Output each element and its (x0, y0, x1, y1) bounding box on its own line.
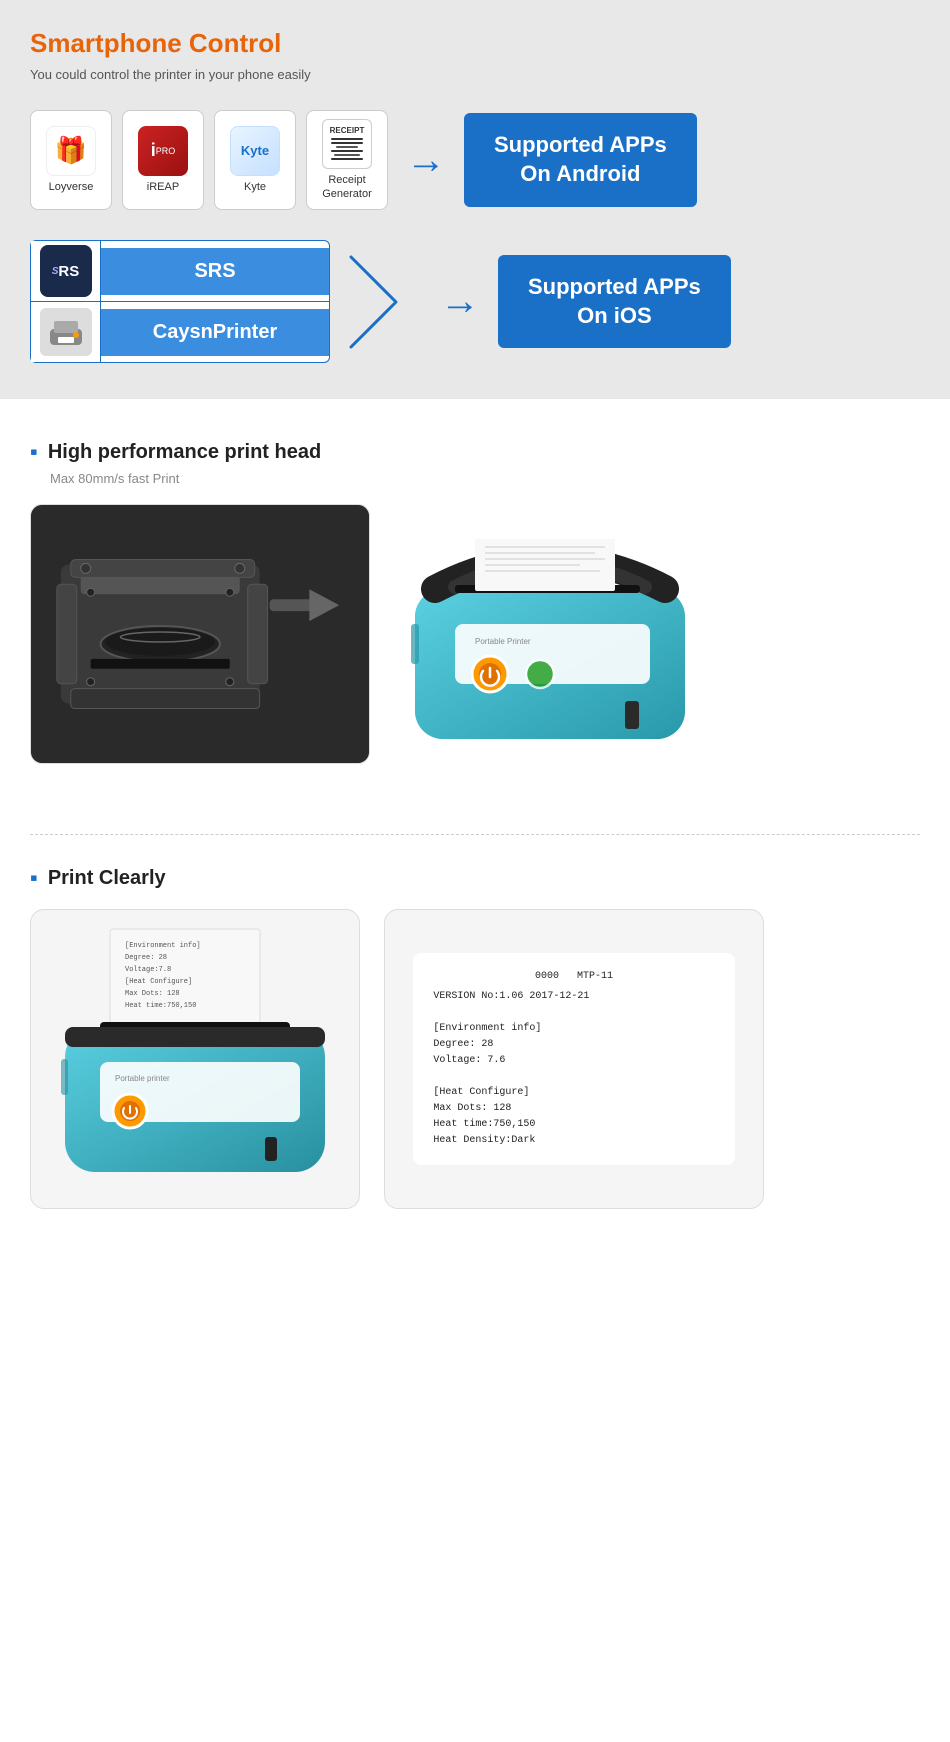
kyte-icon: Kyte (230, 126, 280, 176)
app-label-kyte: Kyte (244, 181, 266, 194)
section-title: Smartphone Control (30, 28, 920, 59)
android-supported-badge: Supported APPs On Android (464, 113, 697, 206)
app-card-receipt: RECEIPT ReceiptGenerator (306, 110, 388, 210)
print-head-images: Portable Printer (30, 504, 920, 764)
receipt-icon: RECEIPT (322, 119, 372, 169)
section-divider (30, 834, 920, 835)
app-label-receipt: ReceiptGenerator (322, 174, 372, 200)
srs-icon: SRS (31, 241, 101, 301)
svg-text:Heat time:750,150: Heat time:750,150 (125, 1002, 196, 1010)
app-card-ireap: iPRO iREAP (122, 110, 204, 210)
smartphone-section: Smartphone Control You could control the… (0, 0, 950, 399)
ios-app-caysnprinter: CaysnPrinter (30, 302, 330, 363)
ios-caysnprinter-label: CaysnPrinter (101, 309, 329, 356)
app-label-loyverse: Loyverse (49, 181, 94, 194)
print-head-closeup (30, 504, 370, 764)
ios-app-row: SRS SRS CaysnPrin (30, 240, 920, 363)
printer-full-view: Portable Printer (390, 504, 710, 764)
ireap-icon: iPRO (138, 126, 188, 176)
ios-chevron-arrow (346, 252, 406, 352)
print-clearly-section: ▪ Print Clearly [Environment info] Degre… (0, 845, 950, 1249)
caysnprinter-icon (31, 302, 101, 362)
ios-supported-badge: Supported APPs On iOS (498, 255, 731, 348)
app-card-loyverse: 🎁 Loyverse (30, 110, 112, 210)
svg-text:Max Dots: 128: Max Dots: 128 (125, 990, 180, 998)
svg-text:Degree: 28: Degree: 28 (125, 954, 167, 962)
svg-text:[Heat Configure]: [Heat Configure] (125, 978, 192, 986)
print-clearly-images: [Environment info] Degree: 28 Voltage:7.… (30, 909, 920, 1209)
print-head-title: ▪ High performance print head (30, 439, 920, 465)
svg-text:Portable Printer: Portable Printer (475, 637, 531, 646)
android-apps-group: 🎁 Loyverse iPRO iREAP Kyte Kyte RECEIPT (30, 110, 388, 210)
app-card-kyte: Kyte Kyte (214, 110, 296, 210)
title-accent: ▪ (30, 439, 38, 465)
ios-arrow: → (440, 279, 480, 324)
app-label-ireap: iREAP (147, 181, 179, 194)
svg-text:[Environment info]: [Environment info] (125, 942, 201, 950)
ios-apps-group: SRS SRS CaysnPrin (30, 240, 330, 363)
print-clearly-printer: [Environment info] Degree: 28 Voltage:7.… (30, 909, 360, 1209)
features-section: ▪ High performance print head Max 80mm/s… (0, 399, 950, 824)
print-head-feature: ▪ High performance print head Max 80mm/s… (30, 439, 920, 764)
print-clearly-receipt: 0000 MTP-11 VERSION No:1.06 2017-12-21 [… (384, 909, 764, 1209)
section-subtitle: You could control the printer in your ph… (30, 67, 920, 82)
svg-text:Voltage:7.8: Voltage:7.8 (125, 966, 171, 974)
print-head-subtitle: Max 80mm/s fast Print (50, 471, 920, 486)
ios-app-srs: SRS SRS (30, 240, 330, 302)
title-accent2: ▪ (30, 865, 38, 891)
print-clearly-title: ▪ Print Clearly (30, 865, 920, 891)
svg-text:Portable printer: Portable printer (115, 1074, 170, 1083)
receipt-text: 0000 MTP-11 VERSION No:1.06 2017-12-21 [… (413, 953, 734, 1165)
ios-srs-label: SRS (101, 248, 329, 295)
loyverse-icon: 🎁 (46, 126, 96, 176)
android-app-row: 🎁 Loyverse iPRO iREAP Kyte Kyte RECEIPT (30, 110, 920, 210)
android-arrow: → (406, 138, 446, 183)
